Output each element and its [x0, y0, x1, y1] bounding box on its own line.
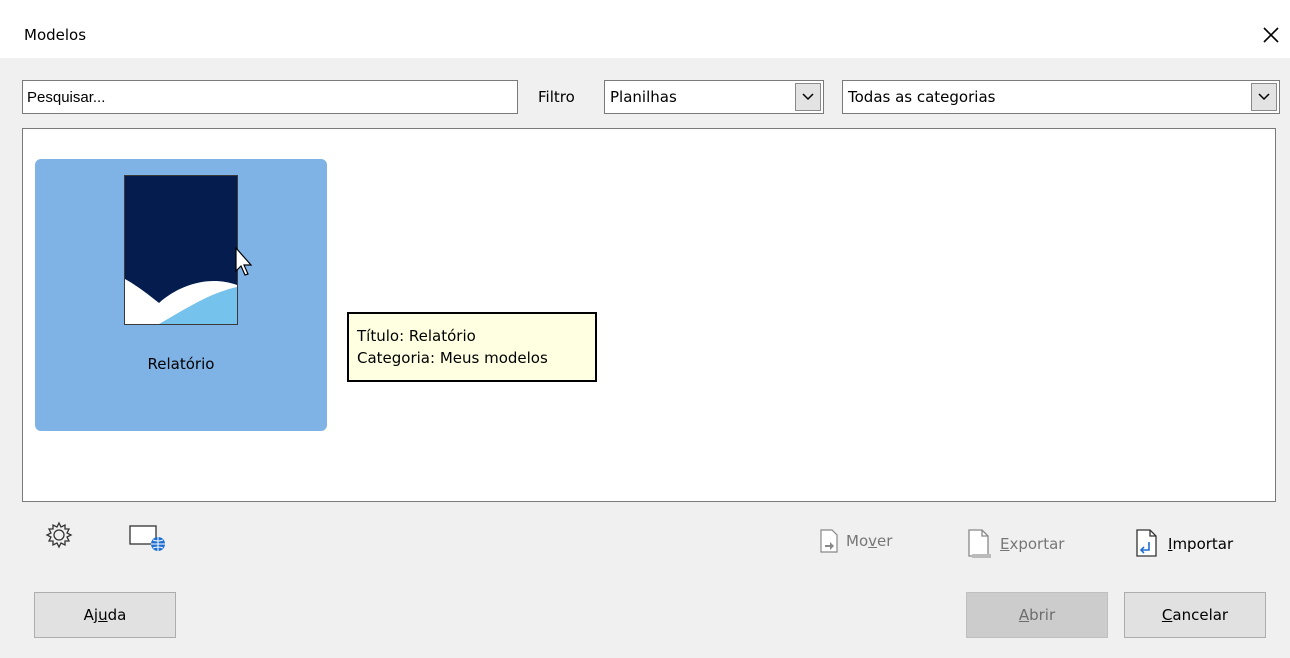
search-input[interactable] [22, 80, 518, 114]
move-label-pre: Mo [846, 532, 869, 550]
gear-icon[interactable] [44, 520, 74, 554]
import-button[interactable]: Importar [1134, 528, 1233, 560]
help-button[interactable]: Aj u da [34, 592, 176, 638]
export-icon [968, 529, 991, 558]
templates-dialog: Filtro Planilhas Todas as categorias Rel… [0, 58, 1290, 658]
title-bar: Modelos [0, 0, 1290, 58]
help-label-post: da [107, 606, 127, 624]
category-dropdown-value: Todas as categorias [848, 88, 996, 106]
open-label-accel: A [1018, 606, 1030, 624]
filter-label: Filtro [538, 88, 575, 106]
filter-dropdown-value: Planilhas [610, 88, 677, 106]
template-tooltip: Título: Relatório Categoria: Meus modelo… [347, 312, 597, 382]
online-templates-icon[interactable] [128, 522, 168, 556]
import-label-post: mportar [1172, 535, 1234, 553]
open-label-post: brir [1029, 606, 1056, 624]
open-button[interactable]: Abrir [966, 592, 1108, 638]
mouse-cursor-icon [235, 247, 253, 276]
filter-dropdown[interactable]: Planilhas [604, 80, 824, 114]
cancel-label-accel: C [1161, 606, 1173, 624]
close-icon[interactable] [1256, 20, 1286, 50]
help-label-pre: Aj [83, 606, 99, 624]
tooltip-title: Título: Relatório [357, 327, 476, 345]
template-item[interactable]: Relatório [35, 159, 327, 431]
template-view[interactable]: Relatório Título: Relatório Categoria: M… [22, 128, 1276, 502]
cancel-button[interactable]: Cancelar [1124, 592, 1266, 638]
chevron-down-icon[interactable] [1251, 83, 1277, 111]
export-label-accel: E [1000, 535, 1010, 553]
move-label-post: er [877, 532, 893, 550]
export-button[interactable]: Exportar [966, 528, 1064, 560]
chevron-down-icon[interactable] [795, 83, 821, 111]
category-dropdown[interactable]: Todas as categorias [842, 80, 1280, 114]
export-label-post: xportar [1009, 535, 1065, 553]
move-label-accel: v [868, 532, 878, 550]
move-button[interactable]: Mo v er [818, 528, 892, 554]
template-label: Relatório [147, 355, 215, 373]
import-icon [1136, 529, 1157, 557]
tooltip-category: Categoria: Meus modelos [357, 349, 548, 367]
window-title: Modelos [24, 26, 87, 44]
move-icon [820, 529, 838, 553]
template-thumbnail [124, 175, 238, 325]
help-label-accel: u [98, 606, 108, 624]
cancel-label-post: ancelar [1172, 606, 1229, 624]
